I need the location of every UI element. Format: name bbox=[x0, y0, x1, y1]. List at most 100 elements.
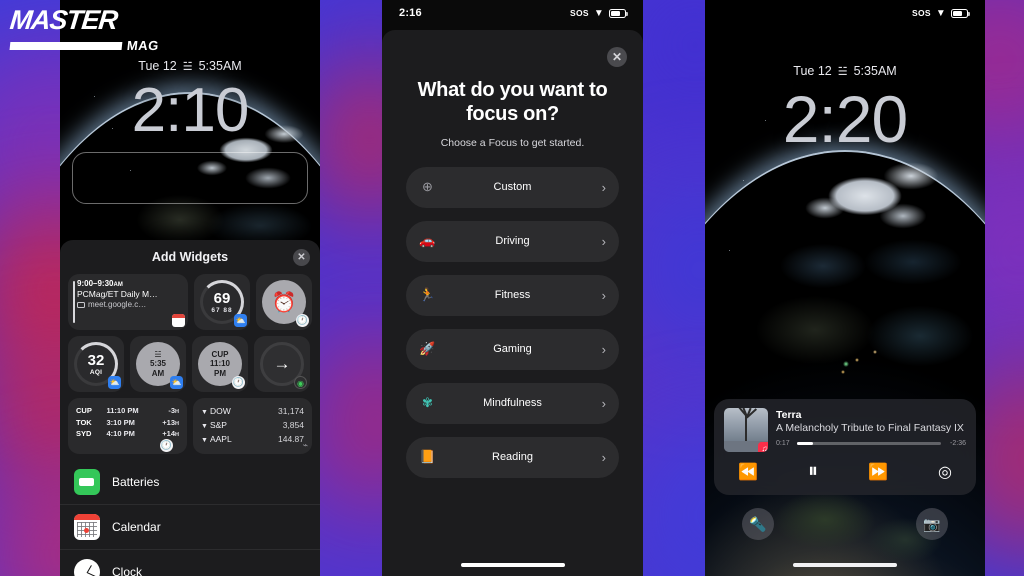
weather-icon bbox=[234, 314, 247, 327]
caret-down-icon: ▼ bbox=[201, 409, 208, 416]
lock-clock-right: 2:20 bbox=[782, 82, 908, 156]
battery-icon bbox=[951, 8, 970, 18]
widget-maps-directions[interactable]: → bbox=[254, 336, 310, 392]
add-widgets-sheet: Add Widgets ✕ 9:00–9:30AM PCMag/ET Daily… bbox=[60, 240, 320, 576]
app-name: Clock bbox=[112, 565, 143, 576]
progress-row[interactable]: 0:17 -2:36 bbox=[776, 440, 966, 447]
calendar-event-link: meet.google.c… bbox=[77, 300, 182, 309]
widget-calendar-event[interactable]: 9:00–9:30AM PCMag/ET Daily M… meet.googl… bbox=[68, 274, 188, 330]
forward-button[interactable]: ⏩ bbox=[868, 462, 888, 482]
focus-option-label: Gaming bbox=[493, 343, 532, 356]
world-clock-row: CUP 11:10 PM -3H bbox=[76, 405, 179, 417]
clock-icon bbox=[74, 559, 100, 576]
phone-middle: 2:16 SOS ▼ ✕ What do you want to focus o… bbox=[382, 0, 643, 576]
focus-option-reading[interactable]: 📙 Reading › bbox=[406, 436, 619, 478]
widget-world-clock-cupertino[interactable]: CUP 11:10 PM bbox=[192, 336, 248, 392]
track-subtitle: A Melancholy Tribute to Final Fantasy IX bbox=[776, 422, 964, 434]
close-icon[interactable]: ✕ bbox=[607, 47, 627, 67]
stock-row: ▼ AAPL 144.87 bbox=[201, 433, 304, 447]
alarm-clock-icon: ⏰ bbox=[271, 291, 297, 314]
remaining-time: -2:36 bbox=[950, 440, 966, 447]
focus-option-label: Driving bbox=[495, 235, 530, 248]
focus-option-custom[interactable]: ⊕ Custom › bbox=[406, 166, 619, 208]
now-playing-header: ♫ Terra A Melancholy Tribute to Final Fa… bbox=[724, 408, 966, 452]
phone-left: Tue 12 ☱ 5:35AM 2:10 Add Widgets ✕ 9:00–… bbox=[60, 0, 320, 576]
list-item[interactable]: Calendar bbox=[60, 504, 320, 549]
widget-stocks[interactable]: ▼ DOW 31,174 ▼ S&P 3,854 ▼ AAPL 144.87 ⌁ bbox=[193, 398, 312, 454]
star bbox=[743, 180, 744, 181]
widget-row: CUP 11:10 PM -3H TOK 3:10 PM +13H SYD 4:… bbox=[68, 398, 312, 454]
stock-row: ▼ DOW 31,174 bbox=[201, 405, 304, 419]
rewind-button[interactable]: ⏪ bbox=[738, 462, 758, 482]
focus-sheet: ✕ What do you want to focus on? Choose a… bbox=[382, 30, 643, 576]
wc-city: CUP bbox=[76, 406, 92, 415]
sunrise-ampm: AM bbox=[151, 368, 165, 378]
list-item[interactable]: Batteries bbox=[60, 460, 320, 504]
city-time: 11:10 bbox=[209, 359, 231, 369]
calendar-event-title: PCMag/ET Daily M… bbox=[77, 289, 158, 299]
flashlight-button[interactable]: 🔦 bbox=[742, 508, 774, 540]
wc-time: 4:10 PM bbox=[106, 429, 135, 439]
widget-world-clock-list[interactable]: CUP 11:10 PM -3H TOK 3:10 PM +13H SYD 4:… bbox=[68, 398, 187, 454]
city-code: CUP bbox=[211, 350, 229, 360]
focus-option-fitness[interactable]: 🏃 Fitness › bbox=[406, 274, 619, 316]
widget-row: 9:00–9:30AM PCMag/ET Daily M… meet.googl… bbox=[68, 274, 312, 330]
calendar-widget-time: 9:00–9:30AM bbox=[77, 279, 182, 288]
focus-option-label: Fitness bbox=[494, 289, 531, 302]
calendar-icon bbox=[74, 514, 100, 540]
focus-option-mindfulness[interactable]: ✾ Mindfulness › bbox=[406, 382, 619, 424]
arrow-right-icon: → bbox=[273, 354, 291, 373]
list-item[interactable]: Clock bbox=[60, 549, 320, 576]
wc-time: 3:10 PM bbox=[106, 417, 135, 427]
widget-alarm[interactable]: ⏰ bbox=[256, 274, 312, 330]
aqi-label: AQI bbox=[89, 368, 103, 376]
sos-icon: SOS bbox=[912, 8, 931, 18]
caret-down-icon: ▼ bbox=[201, 436, 208, 444]
stocks-icon: ⌁ bbox=[302, 440, 308, 450]
progress-slider[interactable] bbox=[797, 442, 941, 445]
aqi-value: 32 bbox=[87, 351, 105, 369]
status-bar-middle: 2:16 SOS ▼ bbox=[382, 0, 643, 26]
airplay-icon[interactable]: ◎ bbox=[938, 462, 952, 482]
wc-offset: +13H bbox=[162, 417, 179, 427]
city-ampm: PM bbox=[214, 368, 226, 378]
focus-option-label: Custom bbox=[493, 181, 532, 194]
stock-value: 3,854 bbox=[282, 419, 304, 430]
wc-offset: -3H bbox=[168, 406, 179, 415]
sun-haze-icon: ☱ bbox=[837, 65, 848, 78]
widget-weather-temp[interactable]: 69 67 88 bbox=[194, 274, 250, 330]
temperature-value: 69 bbox=[213, 289, 231, 307]
focus-options-list: ⊕ Custom › 🚗 Driving › 🏃 Fitness › 🚀 Gam… bbox=[382, 166, 643, 478]
widget-sunrise[interactable]: ☱ 5:35 AM bbox=[130, 336, 186, 392]
track-title: Terra bbox=[776, 409, 802, 421]
sos-icon: SOS bbox=[570, 8, 589, 18]
widget-placeholder-slot[interactable] bbox=[72, 152, 308, 204]
app-name: Calendar bbox=[112, 520, 161, 534]
battery-icon bbox=[609, 8, 628, 18]
home-indicator[interactable] bbox=[460, 563, 565, 567]
home-indicator[interactable] bbox=[793, 563, 897, 567]
calendar-link-text: meet.google.c… bbox=[88, 300, 147, 309]
camera-button[interactable]: 📷 bbox=[916, 508, 948, 540]
calendar-icon bbox=[172, 314, 185, 327]
sun-haze-icon: ☱ bbox=[182, 60, 193, 73]
weather-icon bbox=[108, 376, 121, 389]
page-title: What do you want to focus on? bbox=[417, 79, 608, 126]
status-time: 2:16 bbox=[399, 7, 422, 19]
stock-value: 144.87 bbox=[278, 433, 304, 444]
focus-option-gaming[interactable]: 🚀 Gaming › bbox=[406, 328, 619, 370]
sheet-header: Add Widgets ✕ bbox=[60, 240, 320, 274]
lock-clock-left: 2:10 bbox=[131, 76, 250, 145]
stock-value: 31,174 bbox=[278, 406, 304, 416]
temp-low: 67 bbox=[211, 306, 221, 314]
clock-icon bbox=[232, 376, 245, 389]
wifi-icon: ▼ bbox=[593, 7, 604, 19]
pause-button[interactable]: ⏸ bbox=[808, 460, 818, 483]
widget-app-list: Batteries Calendar Clock bbox=[60, 460, 320, 576]
focus-option-driving[interactable]: 🚗 Driving › bbox=[406, 220, 619, 262]
now-playing-widget[interactable]: ♫ Terra A Melancholy Tribute to Final Fa… bbox=[714, 399, 976, 495]
close-icon[interactable]: ✕ bbox=[293, 249, 310, 266]
logo-bar bbox=[9, 41, 123, 50]
widget-air-quality[interactable]: 32 AQI bbox=[68, 336, 124, 392]
wc-city: SYD bbox=[76, 429, 92, 439]
